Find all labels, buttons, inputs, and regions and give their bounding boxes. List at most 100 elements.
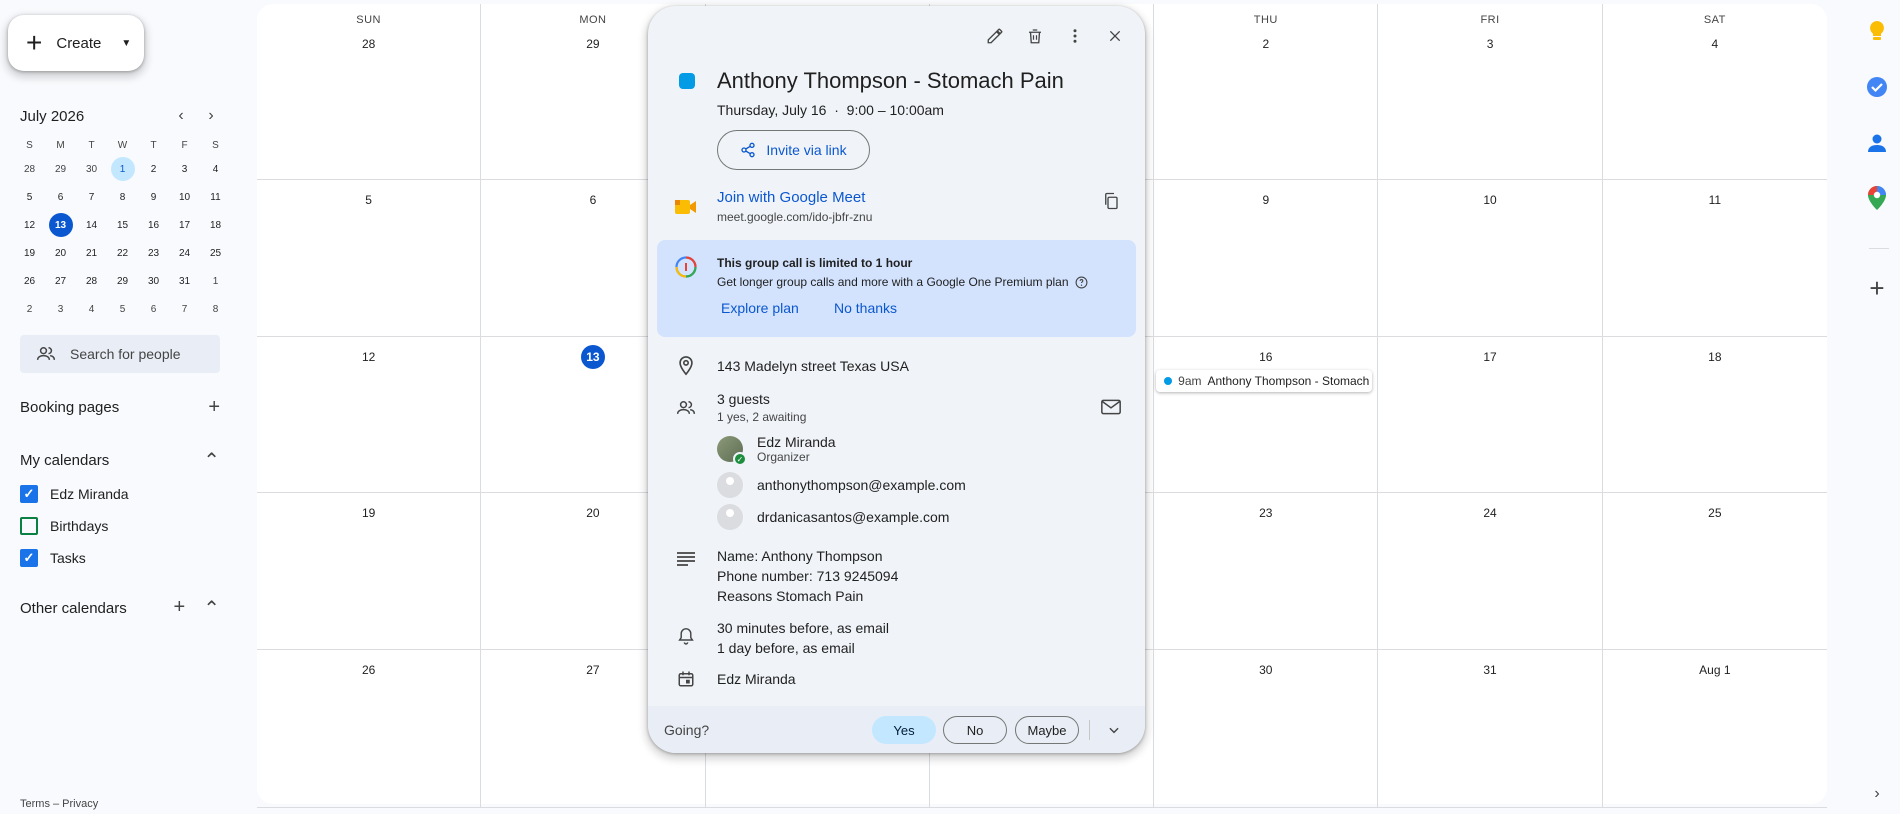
mini-calendar-day[interactable]: 29 <box>45 155 76 183</box>
mini-calendar-day[interactable]: 6 <box>138 295 169 323</box>
mini-calendar-day[interactable]: 27 <box>45 267 76 295</box>
invite-via-link-button[interactable]: Invite via link <box>717 130 870 170</box>
mini-calendar-day[interactable]: 1 <box>107 155 138 183</box>
mini-calendar-day[interactable]: 3 <box>169 155 200 183</box>
day-cell[interactable]: 9 <box>1154 180 1379 337</box>
checkbox-unchecked-icon[interactable] <box>20 517 38 535</box>
day-cell[interactable]: 10 <box>1378 180 1603 337</box>
calendar-item-tasks[interactable]: ✓ Tasks <box>20 549 86 567</box>
mini-calendar-day[interactable]: 11 <box>200 183 231 211</box>
mini-calendar-day[interactable]: 20 <box>45 239 76 267</box>
mini-calendar-day[interactable]: 19 <box>14 239 45 267</box>
mini-calendar-day[interactable]: 23 <box>138 239 169 267</box>
day-cell[interactable]: 26 <box>257 650 482 808</box>
mini-calendar-day[interactable]: 28 <box>76 267 107 295</box>
day-number[interactable]: Aug 1 <box>1699 658 1730 682</box>
help-icon[interactable] <box>1075 276 1088 289</box>
day-cell[interactable]: 12 <box>257 337 482 493</box>
email-guests-icon[interactable] <box>1099 395 1123 419</box>
day-cell[interactable]: THU 2 <box>1154 4 1379 180</box>
day-number[interactable]: 28 <box>357 32 381 56</box>
rsvp-no-button[interactable]: No <box>943 716 1007 744</box>
day-number[interactable]: 29 <box>581 32 605 56</box>
chevron-left-icon[interactable]: ‹ <box>172 107 190 125</box>
guest-item[interactable]: drdanicasantos@example.com <box>717 504 949 530</box>
day-cell[interactable]: 18 <box>1602 337 1827 493</box>
mini-calendar-day[interactable]: 30 <box>76 155 107 183</box>
day-cell[interactable]: Aug 1 <box>1602 650 1827 808</box>
mini-calendar-day[interactable]: 3 <box>45 295 76 323</box>
day-cell[interactable]: 31 <box>1378 650 1603 808</box>
mini-calendar-day[interactable]: 16 <box>138 211 169 239</box>
maps-icon[interactable] <box>1865 186 1889 210</box>
mini-calendar-day[interactable]: 17 <box>169 211 200 239</box>
mini-calendar-day[interactable]: 5 <box>14 183 45 211</box>
mini-calendar-day[interactable]: 10 <box>169 183 200 211</box>
day-cell[interactable]: 16 9am Anthony Thompson - Stomach Pain <box>1154 337 1379 493</box>
mini-calendar-day[interactable]: 26 <box>14 267 45 295</box>
chevron-up-icon[interactable]: ⌃ <box>203 448 220 473</box>
mini-calendar-day[interactable]: 18 <box>200 211 231 239</box>
mini-calendar-day[interactable]: 22 <box>107 239 138 267</box>
mini-calendar-day[interactable]: 7 <box>76 183 107 211</box>
my-calendars-section[interactable]: My calendars ⌃ <box>20 448 220 473</box>
create-button[interactable]: + Create ▼ <box>8 15 144 71</box>
day-cell[interactable]: SAT 4 <box>1602 4 1827 180</box>
day-cell[interactable]: 24 <box>1378 493 1603 650</box>
day-number[interactable]: 20 <box>581 501 605 525</box>
mini-calendar-day[interactable]: 21 <box>76 239 107 267</box>
chevron-right-icon[interactable]: › <box>202 107 220 125</box>
checkbox-checked-icon[interactable]: ✓ <box>20 549 38 567</box>
mini-calendar-day[interactable]: 9 <box>138 183 169 211</box>
day-number[interactable]: 2 <box>1254 32 1278 56</box>
day-number[interactable]: 11 <box>1703 188 1727 212</box>
day-number[interactable]: 19 <box>357 501 381 525</box>
day-number[interactable]: 9 <box>1254 188 1278 212</box>
day-number[interactable]: 3 <box>1478 32 1502 56</box>
day-cell[interactable]: FRI 3 <box>1378 4 1603 180</box>
mini-calendar-day[interactable]: 5 <box>107 295 138 323</box>
day-number[interactable]: 16 <box>1254 345 1278 369</box>
day-number[interactable]: 25 <box>1703 501 1727 525</box>
checkbox-checked-icon[interactable]: ✓ <box>20 485 38 503</box>
guest-item[interactable]: anthonythompson@example.com <box>717 472 966 498</box>
day-cell[interactable]: SUN 28 <box>257 4 482 180</box>
day-number[interactable]: 31 <box>1478 658 1502 682</box>
mini-calendar-day[interactable]: 31 <box>169 267 200 295</box>
mini-calendar-day[interactable]: 13 <box>45 211 76 239</box>
day-cell[interactable]: 11 <box>1602 180 1827 337</box>
day-number[interactable]: 6 <box>581 188 605 212</box>
day-number[interactable]: 10 <box>1478 188 1502 212</box>
chevron-up-icon[interactable]: ⌃ <box>203 596 220 621</box>
mini-calendar-day[interactable]: 29 <box>107 267 138 295</box>
terms-privacy-links[interactable]: Terms – Privacy <box>20 798 98 810</box>
tasks-icon[interactable] <box>1865 75 1889 99</box>
mini-calendar-day[interactable]: 28 <box>14 155 45 183</box>
day-cell[interactable]: 30 <box>1154 650 1379 808</box>
day-number[interactable]: 30 <box>1254 658 1278 682</box>
day-number[interactable]: 4 <box>1703 32 1727 56</box>
mini-calendar-day[interactable]: 1 <box>200 267 231 295</box>
explore-plan-button[interactable]: Explore plan <box>721 300 799 316</box>
mini-calendar-day[interactable]: 8 <box>200 295 231 323</box>
rsvp-maybe-button[interactable]: Maybe <box>1015 716 1079 744</box>
day-cell[interactable]: 23 <box>1154 493 1379 650</box>
day-number[interactable]: 18 <box>1703 345 1727 369</box>
mini-calendar-day[interactable]: 2 <box>14 295 45 323</box>
guest-item[interactable]: ✓ Edz Miranda Organizer <box>717 434 836 466</box>
mini-calendar-day[interactable]: 7 <box>169 295 200 323</box>
day-number[interactable]: 12 <box>357 345 381 369</box>
mini-calendar-day[interactable]: 12 <box>14 211 45 239</box>
day-number[interactable]: 17 <box>1478 345 1502 369</box>
day-number[interactable]: 13 <box>580 345 605 369</box>
close-icon[interactable] <box>1103 24 1127 48</box>
more-options-icon[interactable] <box>1063 24 1087 48</box>
day-number[interactable]: 5 <box>357 188 381 212</box>
day-number[interactable]: 27 <box>581 658 605 682</box>
day-number[interactable]: 24 <box>1478 501 1502 525</box>
contacts-icon[interactable] <box>1865 131 1889 155</box>
search-people-input[interactable]: Search for people <box>20 335 220 373</box>
rsvp-yes-button[interactable]: Yes <box>872 716 936 744</box>
mini-calendar-day[interactable]: 2 <box>138 155 169 183</box>
day-number[interactable]: 26 <box>357 658 381 682</box>
